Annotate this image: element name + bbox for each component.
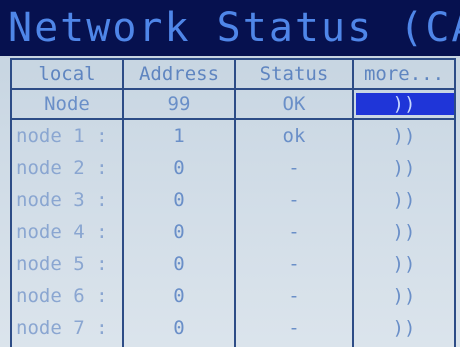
lcd-screen: Network Status (CAN) local Address Statu…: [0, 0, 460, 347]
column-header-status: Status: [259, 63, 329, 85]
node-more-button[interactable]: )): [354, 250, 454, 278]
node-status: -: [288, 157, 300, 179]
local-node-address: 99: [167, 93, 191, 115]
node-more-button[interactable]: )): [354, 122, 454, 150]
node-address: 1: [173, 125, 185, 147]
node-more-button[interactable]: )): [354, 314, 454, 342]
table-row[interactable]: node 4 : 0 - )): [10, 218, 456, 246]
column-header-local: local: [38, 63, 96, 85]
node-label: node 1 :: [16, 125, 108, 147]
node-address: 0: [173, 285, 185, 307]
node-more-button[interactable]: )): [354, 282, 454, 310]
node-status: -: [288, 317, 300, 339]
node-label: node 7 :: [16, 317, 108, 339]
table-row[interactable]: node 1 : 1 ok )): [10, 122, 456, 150]
column-header-more: more...: [363, 63, 445, 85]
node-address: 0: [173, 317, 185, 339]
node-address: 0: [173, 253, 185, 275]
node-label: node 6 :: [16, 285, 108, 307]
node-status: -: [288, 285, 300, 307]
table-row[interactable]: node 5 : 0 - )): [10, 250, 456, 278]
local-node-more-button[interactable]: )): [354, 90, 454, 118]
table-row[interactable]: node 2 : 0 - )): [10, 154, 456, 182]
node-status: -: [288, 221, 300, 243]
node-status: ok: [282, 125, 306, 147]
node-label: node 2 :: [16, 157, 108, 179]
table-row[interactable]: node 6 : 0 - )): [10, 282, 456, 310]
screen-title: Network Status (CAN): [0, 0, 460, 56]
node-label: node 4 :: [16, 221, 108, 243]
table-header: local Address Status more...: [10, 60, 456, 88]
node-address: 0: [173, 189, 185, 211]
node-label: node 3 :: [16, 189, 108, 211]
node-status: -: [288, 253, 300, 275]
node-more-button[interactable]: )): [354, 218, 454, 246]
local-node-row[interactable]: Node 99 OK )): [10, 90, 456, 118]
node-address: 0: [173, 157, 185, 179]
node-label: node 5 :: [16, 253, 108, 275]
grid-line: [10, 118, 456, 120]
node-address: 0: [173, 221, 185, 243]
node-more-button[interactable]: )): [354, 186, 454, 214]
node-more-button[interactable]: )): [354, 154, 454, 182]
table-row[interactable]: node 3 : 0 - )): [10, 186, 456, 214]
column-header-address: Address: [138, 63, 220, 85]
local-node-name: Node: [44, 93, 90, 115]
table-row[interactable]: node 7 : 0 - )): [10, 314, 456, 342]
local-node-status: OK: [282, 93, 306, 115]
network-status-table: local Address Status more... Node 99 OK …: [10, 58, 456, 347]
node-status: -: [288, 189, 300, 211]
